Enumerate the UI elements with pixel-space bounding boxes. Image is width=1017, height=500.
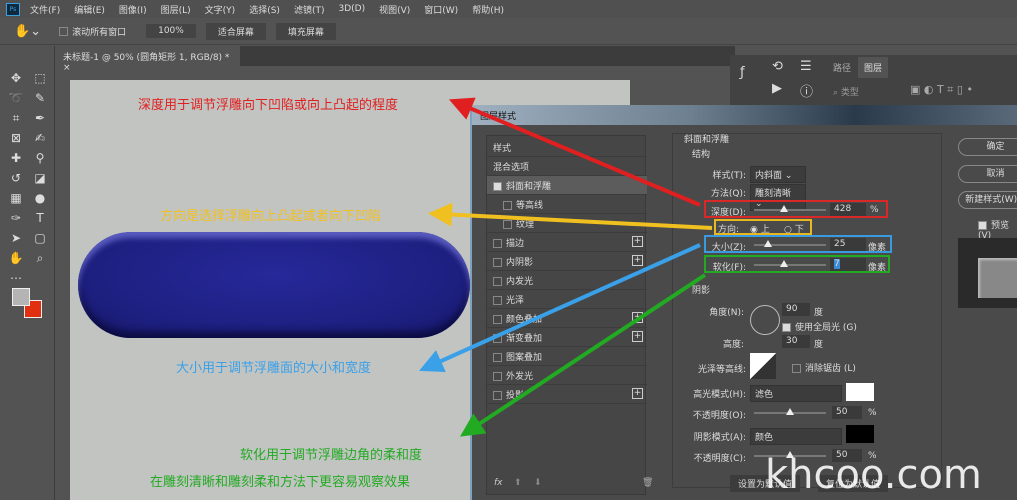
soften-annotation: 软化用于调节浮雕边角的柔和度 bbox=[240, 448, 423, 463]
depth-annotation: 深度用于调节浮雕向下凹陷或向上凸起的程度 bbox=[138, 98, 399, 113]
size-annotation: 大小用于调节浮雕面的大小和宽度 bbox=[176, 361, 372, 376]
watermark: khcoo.com bbox=[765, 452, 982, 498]
soften-method-annotation: 在雕刻清晰和雕刻柔和方法下更容易观察效果 bbox=[150, 475, 411, 490]
depth-arrow bbox=[448, 97, 701, 207]
direction-annotation: 方向是选择浮雕向上凸起或者向下凹陷 bbox=[160, 209, 382, 224]
direction-arrow bbox=[428, 202, 713, 230]
soften-arrow bbox=[459, 273, 707, 437]
annotation-arrows bbox=[419, 97, 713, 437]
foreground-color-swatch[interactable] bbox=[12, 288, 30, 306]
